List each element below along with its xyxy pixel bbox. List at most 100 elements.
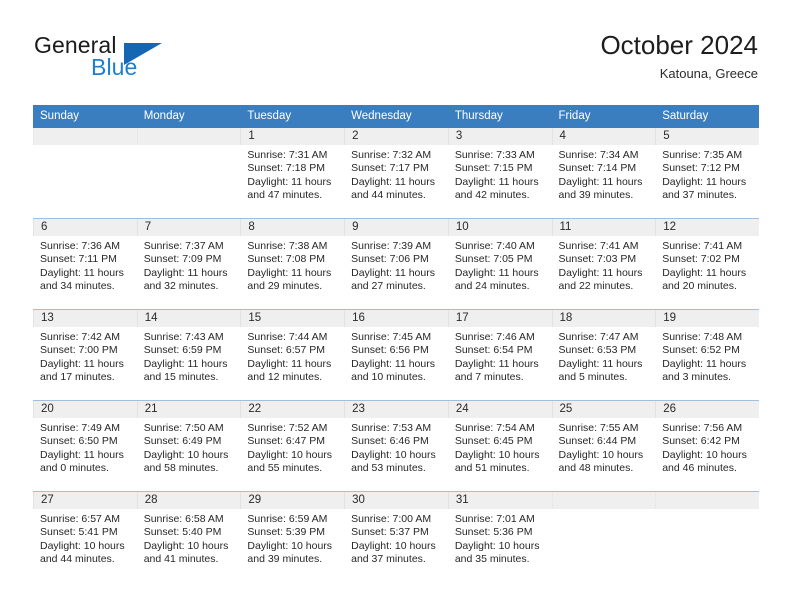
daylight-text-line1: Daylight: 11 hours	[351, 357, 435, 370]
calendar-day-cell[interactable]: 3 Sunrise: 7:33 AM Sunset: 7:15 PM Dayli…	[447, 127, 552, 219]
daylight-text-line2: and 29 minutes.	[247, 280, 323, 293]
calendar-day-cell[interactable]: 23 Sunrise: 7:53 AM Sunset: 6:46 PM Dayl…	[344, 400, 448, 492]
daylight-text-line1: Daylight: 10 hours	[247, 448, 333, 461]
calendar-day-cell[interactable]: 17 Sunrise: 7:46 AM Sunset: 6:54 PM Dayl…	[447, 309, 552, 401]
title-block: October 2024 Katouna, Greece	[600, 28, 758, 84]
calendar-day-cell[interactable]	[136, 127, 241, 219]
sunset-text: Sunset: 7:15 PM	[454, 162, 533, 175]
sunrise-text: Sunrise: 7:46 AM	[454, 331, 535, 343]
daylight-text-line2: and 55 minutes.	[247, 462, 323, 475]
calendar-day-cell[interactable]: 30 Sunrise: 7:00 AM Sunset: 5:37 PM Dayl…	[344, 491, 448, 582]
calendar-day-cell[interactable]: 18 Sunrise: 7:47 AM Sunset: 6:53 PM Dayl…	[551, 309, 656, 401]
day-number: 22	[240, 401, 345, 418]
calendar-day-cell[interactable]	[655, 491, 759, 582]
calendar-day-cell[interactable]: 13 Sunrise: 7:42 AM Sunset: 7:00 PM Dayl…	[33, 309, 137, 401]
sunset-text: Sunset: 6:59 PM	[143, 344, 222, 357]
calendar-day-cell[interactable]: 6 Sunrise: 7:36 AM Sunset: 7:11 PM Dayli…	[33, 218, 137, 310]
calendar-day-cell[interactable]: 15 Sunrise: 7:44 AM Sunset: 6:57 PM Dayl…	[240, 309, 345, 401]
sunrise-text: Sunrise: 7:47 AM	[558, 331, 639, 343]
sunrise-text: Sunrise: 7:31 AM	[247, 149, 328, 161]
daylight-text-line2: and 10 minutes.	[351, 371, 426, 384]
calendar-day-cell[interactable]: 26 Sunrise: 7:56 AM Sunset: 6:42 PM Dayl…	[655, 400, 759, 492]
calendar-day-cell[interactable]: 5 Sunrise: 7:35 AM Sunset: 7:12 PM Dayli…	[655, 127, 759, 219]
calendar-day-cell[interactable]: 25 Sunrise: 7:55 AM Sunset: 6:44 PM Dayl…	[551, 400, 656, 492]
daylight-text-line1: Daylight: 10 hours	[143, 539, 229, 552]
day-number: 27	[33, 492, 137, 509]
day-details: Sunrise: 7:55 AM Sunset: 6:44 PM Dayligh…	[552, 418, 656, 476]
sunset-text: Sunset: 5:40 PM	[143, 526, 222, 539]
day-details: Sunrise: 7:00 AM Sunset: 5:37 PM Dayligh…	[344, 509, 448, 567]
calendar-day-cell[interactable]: 19 Sunrise: 7:48 AM Sunset: 6:52 PM Dayl…	[655, 309, 759, 401]
day-number: 31	[447, 492, 552, 509]
calendar-day-cell[interactable]: 8 Sunrise: 7:38 AM Sunset: 7:08 PM Dayli…	[240, 218, 345, 310]
sunrise-text: Sunrise: 7:54 AM	[454, 422, 535, 434]
day-details: Sunrise: 7:32 AM Sunset: 7:17 PM Dayligh…	[344, 145, 448, 203]
calendar-day-cell[interactable]: 9 Sunrise: 7:39 AM Sunset: 7:06 PM Dayli…	[344, 218, 448, 310]
weekday-header-row: Sunday Monday Tuesday Wednesday Thursday…	[33, 105, 759, 128]
sunrise-text: Sunrise: 7:39 AM	[351, 240, 432, 252]
sunset-text: Sunset: 6:53 PM	[558, 344, 637, 357]
sunrise-text: Sunrise: 7:36 AM	[40, 240, 120, 252]
daylight-text-line1: Daylight: 10 hours	[351, 448, 436, 461]
calendar-day-cell[interactable]: 28 Sunrise: 6:58 AM Sunset: 5:40 PM Dayl…	[136, 491, 241, 582]
calendar-day-cell[interactable]: 12 Sunrise: 7:41 AM Sunset: 7:02 PM Dayl…	[655, 218, 759, 310]
daylight-text-line2: and 27 minutes.	[351, 280, 426, 293]
sunset-text: Sunset: 7:03 PM	[558, 253, 637, 266]
sunrise-text: Sunrise: 7:00 AM	[351, 513, 432, 525]
day-number: 14	[136, 310, 241, 327]
page-title: October 2024	[600, 30, 758, 60]
sunrise-text: Sunrise: 7:56 AM	[662, 422, 743, 434]
sunset-text: Sunset: 5:36 PM	[454, 526, 533, 539]
day-number: 1	[240, 128, 345, 145]
daylight-text-line1: Daylight: 11 hours	[40, 266, 124, 279]
sunrise-text: Sunrise: 7:52 AM	[247, 422, 328, 434]
day-details: Sunrise: 7:01 AM Sunset: 5:36 PM Dayligh…	[448, 509, 552, 567]
daylight-text-line1: Daylight: 10 hours	[662, 448, 747, 461]
day-number: 5	[655, 128, 759, 145]
calendar-day-cell[interactable]	[33, 127, 137, 219]
sunrise-text: Sunrise: 7:32 AM	[351, 149, 432, 161]
calendar-page: General Blue October 2024 Katouna, Greec…	[0, 0, 792, 612]
calendar-day-cell[interactable]: 21 Sunrise: 7:50 AM Sunset: 6:49 PM Dayl…	[136, 400, 241, 492]
day-details: Sunrise: 7:49 AM Sunset: 6:50 PM Dayligh…	[33, 418, 137, 476]
day-number	[136, 128, 241, 145]
calendar-day-cell[interactable]: 16 Sunrise: 7:45 AM Sunset: 6:56 PM Dayl…	[344, 309, 448, 401]
daylight-text-line2: and 32 minutes.	[143, 280, 219, 293]
calendar-day-cell[interactable]: 10 Sunrise: 7:40 AM Sunset: 7:05 PM Dayl…	[447, 218, 552, 310]
day-details: Sunrise: 7:35 AM Sunset: 7:12 PM Dayligh…	[655, 145, 759, 203]
daylight-text-line1: Daylight: 11 hours	[558, 175, 643, 188]
daylight-text-line1: Daylight: 11 hours	[558, 266, 643, 279]
daylight-text-line1: Daylight: 11 hours	[247, 175, 332, 188]
calendar-body: 1 Sunrise: 7:31 AM Sunset: 7:18 PM Dayli…	[33, 127, 759, 582]
calendar-day-cell[interactable]: 31 Sunrise: 7:01 AM Sunset: 5:36 PM Dayl…	[447, 491, 552, 582]
calendar-day-cell[interactable]: 4 Sunrise: 7:34 AM Sunset: 7:14 PM Dayli…	[551, 127, 656, 219]
day-number: 11	[551, 219, 656, 236]
sunset-text: Sunset: 5:39 PM	[247, 526, 326, 539]
day-number: 29	[240, 492, 345, 509]
sunrise-text: Sunrise: 6:57 AM	[40, 513, 120, 525]
calendar-day-cell[interactable]: 1 Sunrise: 7:31 AM Sunset: 7:18 PM Dayli…	[240, 127, 345, 219]
sunrise-text: Sunrise: 7:44 AM	[247, 331, 328, 343]
sunset-text: Sunset: 5:37 PM	[351, 526, 429, 539]
calendar-day-cell[interactable]: 27 Sunrise: 6:57 AM Sunset: 5:41 PM Dayl…	[33, 491, 137, 582]
sunrise-text: Sunrise: 7:55 AM	[558, 422, 639, 434]
sunrise-text: Sunrise: 7:38 AM	[247, 240, 328, 252]
day-number: 4	[551, 128, 656, 145]
calendar-day-cell[interactable]: 11 Sunrise: 7:41 AM Sunset: 7:03 PM Dayl…	[551, 218, 656, 310]
sunset-text: Sunset: 7:17 PM	[351, 162, 429, 175]
calendar-day-cell[interactable]: 22 Sunrise: 7:52 AM Sunset: 6:47 PM Dayl…	[240, 400, 345, 492]
calendar-day-cell[interactable]: 2 Sunrise: 7:32 AM Sunset: 7:17 PM Dayli…	[344, 127, 448, 219]
calendar-day-cell[interactable]: 24 Sunrise: 7:54 AM Sunset: 6:45 PM Dayl…	[447, 400, 552, 492]
sunrise-text: Sunrise: 7:48 AM	[662, 331, 743, 343]
calendar-day-cell[interactable]: 7 Sunrise: 7:37 AM Sunset: 7:09 PM Dayli…	[136, 218, 241, 310]
daylight-text-line2: and 22 minutes.	[558, 280, 634, 293]
day-details: Sunrise: 6:57 AM Sunset: 5:41 PM Dayligh…	[33, 509, 137, 567]
calendar-day-cell[interactable]	[551, 491, 656, 582]
calendar-day-cell[interactable]: 14 Sunrise: 7:43 AM Sunset: 6:59 PM Dayl…	[136, 309, 241, 401]
calendar-day-cell[interactable]: 29 Sunrise: 6:59 AM Sunset: 5:39 PM Dayl…	[240, 491, 345, 582]
day-number: 17	[447, 310, 552, 327]
calendar-day-cell[interactable]: 20 Sunrise: 7:49 AM Sunset: 6:50 PM Dayl…	[33, 400, 137, 492]
sunset-text: Sunset: 6:46 PM	[351, 435, 429, 448]
day-details: Sunrise: 7:48 AM Sunset: 6:52 PM Dayligh…	[655, 327, 759, 385]
weekday-header-saturday: Saturday	[655, 105, 759, 128]
